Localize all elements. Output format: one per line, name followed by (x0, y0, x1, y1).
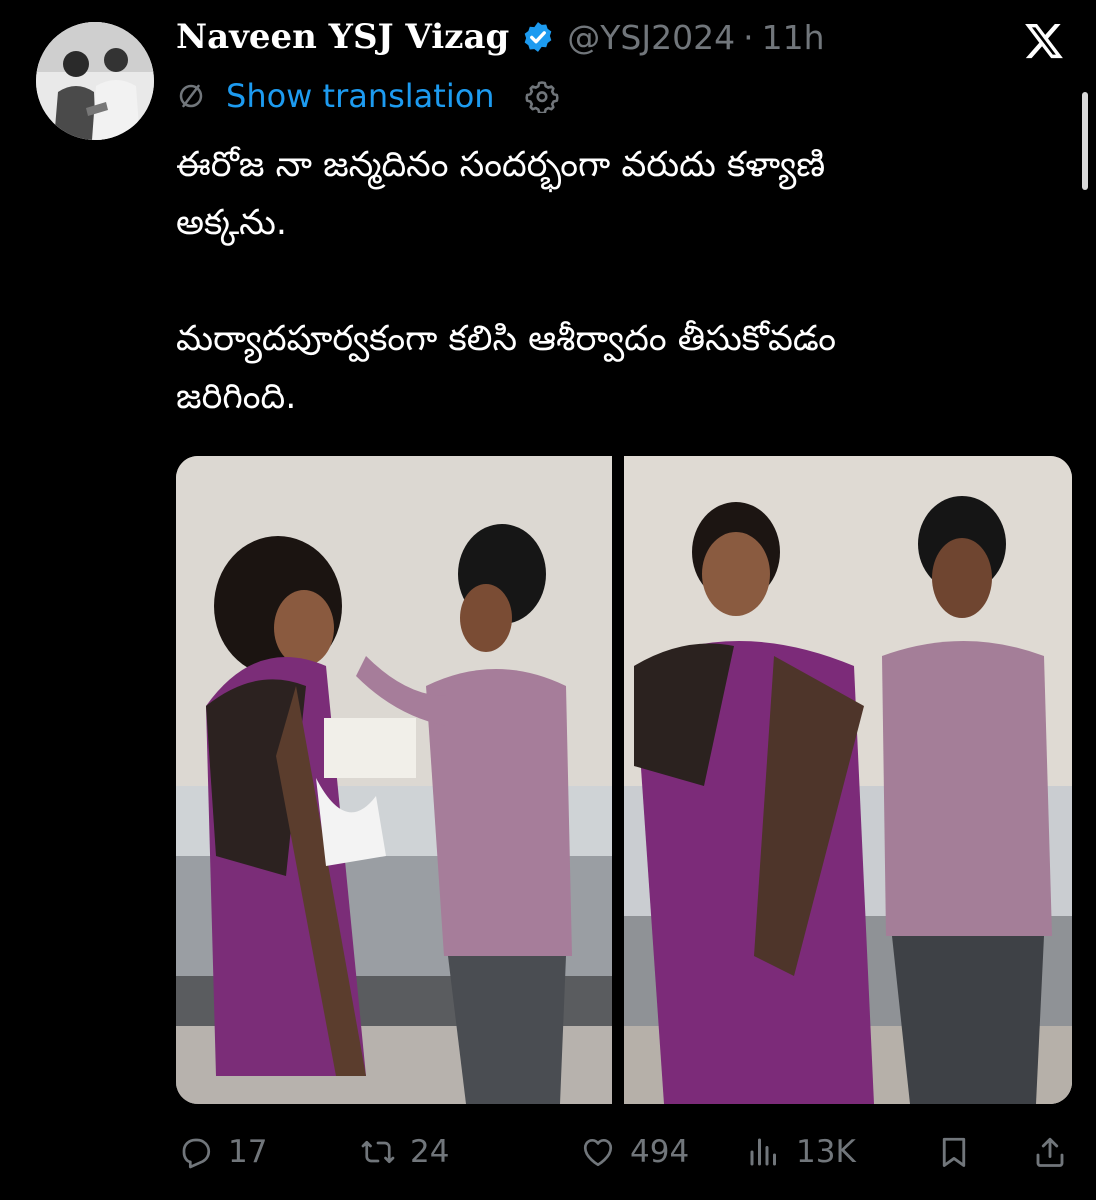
views-button[interactable]: 13K (746, 1124, 856, 1180)
action-bar: 17 24 494 13K (176, 1124, 1072, 1180)
tweet: Naveen YSJ Vizag @YSJ2024 · 11h Show tra… (0, 0, 1096, 1200)
photo-cake-feeding[interactable] (176, 456, 612, 1104)
reply-icon (182, 1138, 211, 1169)
views-icon (750, 1138, 776, 1166)
gear-icon[interactable] (525, 79, 559, 113)
like-button[interactable]: 494 (580, 1124, 689, 1180)
tweet-text-line: మర్యాదపూర్వకంగా కలిసి ఆశీర్వాదం తీసుకోవడ… (176, 319, 836, 359)
photo-posed-standing[interactable] (624, 456, 1072, 1104)
translate-icon (179, 84, 203, 108)
reply-count: 17 (228, 1134, 268, 1170)
author-handle[interactable]: @YSJ2024 (567, 18, 735, 57)
bookmark-icon (942, 1137, 966, 1167)
bookmark-button[interactable] (936, 1124, 972, 1180)
share-icon (1036, 1137, 1064, 1167)
repost-button[interactable]: 24 (360, 1124, 449, 1180)
separator-dot: · (743, 17, 754, 57)
avatar[interactable] (36, 22, 154, 140)
tweet-timestamp[interactable]: 11h (762, 18, 825, 57)
author-display-name[interactable]: Naveen YSJ Vizag (176, 17, 509, 57)
scrollbar[interactable] (1082, 92, 1088, 190)
reply-button[interactable]: 17 (178, 1124, 267, 1180)
views-count: 13K (796, 1134, 856, 1170)
heart-icon (583, 1138, 613, 1167)
show-translation-link[interactable]: Show translation (226, 77, 495, 115)
tweet-text-line: జరిగింది. (176, 377, 297, 417)
like-count: 494 (630, 1134, 690, 1170)
tweet-header: Naveen YSJ Vizag @YSJ2024 · 11h (176, 12, 824, 62)
repost-icon (361, 1140, 395, 1164)
media-grid (176, 456, 1072, 1104)
tweet-text-line: ఈరోజ నా జన్మదినం సందర్భంగా వరుదు కళ్యాణి (176, 145, 826, 185)
tweet-text: ఈరోజ నా జన్మదినం సందర్భంగా వరుదు కళ్యాణి… (176, 136, 1046, 426)
verified-badge-icon (524, 22, 552, 52)
translation-row: Show translation (176, 74, 559, 118)
tweet-text-line: అక్కను. (176, 203, 287, 243)
x-logo-icon (1025, 24, 1063, 59)
repost-count: 24 (410, 1134, 450, 1170)
share-button[interactable] (1032, 1124, 1068, 1180)
